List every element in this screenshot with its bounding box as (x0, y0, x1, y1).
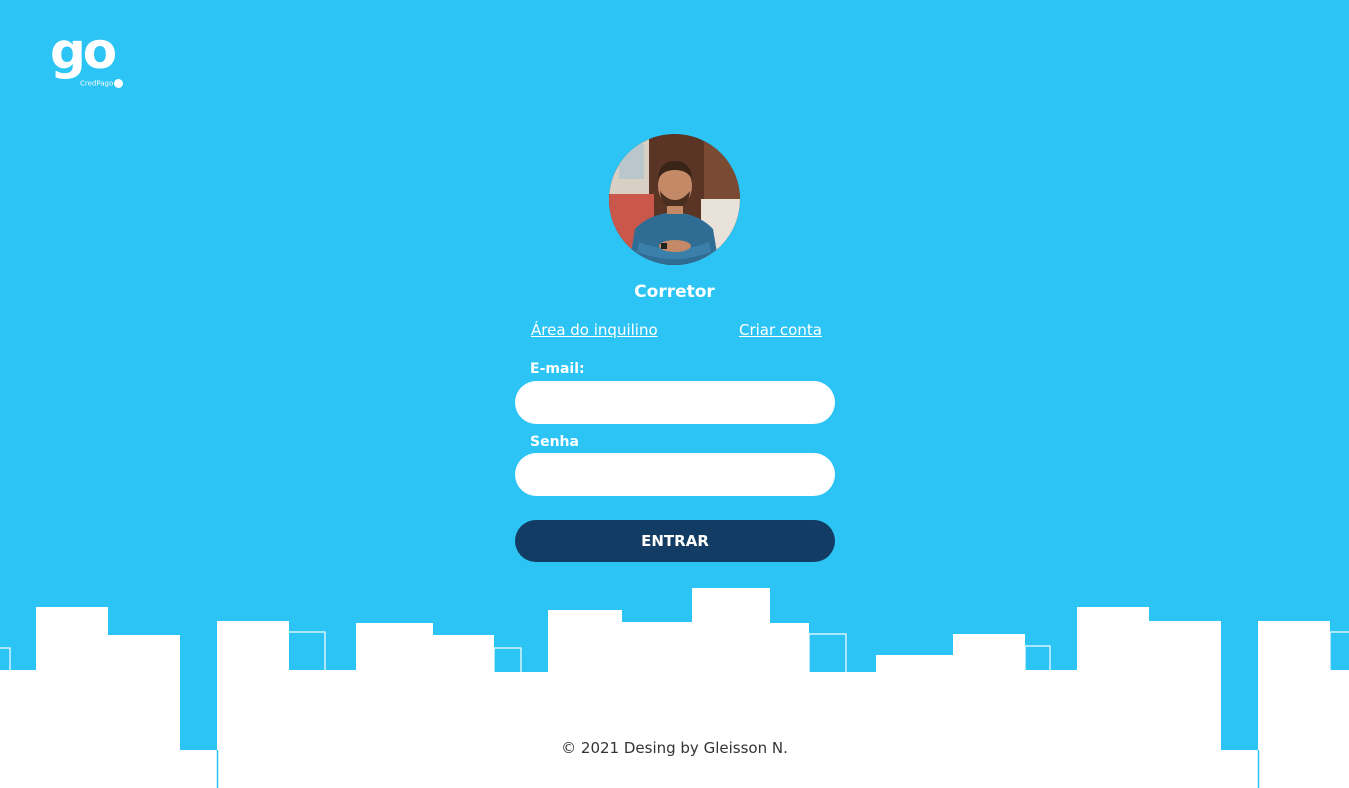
logo-text: go (50, 22, 117, 80)
brand-logo[interactable]: go CredPago (50, 26, 124, 92)
avatar-photo-icon (609, 134, 740, 265)
password-label: Senha (530, 434, 579, 450)
logo-dot-icon (114, 79, 124, 88)
logo-subtext: CredPago (80, 79, 124, 88)
email-field[interactable] (515, 381, 835, 424)
role-title: Corretor (634, 282, 715, 302)
enter-button[interactable]: ENTRAR (515, 520, 835, 562)
user-avatar (609, 134, 740, 265)
password-field[interactable] (515, 453, 835, 496)
tenant-area-link[interactable]: Área do inquilino (531, 321, 658, 339)
create-account-link[interactable]: Criar conta (739, 321, 822, 339)
email-label: E-mail: (530, 361, 585, 377)
footer-copyright: © 2021 Desing by Gleisson N. (561, 739, 788, 757)
login-page: go CredPago Corretor Área do inquilino C… (0, 0, 1349, 788)
